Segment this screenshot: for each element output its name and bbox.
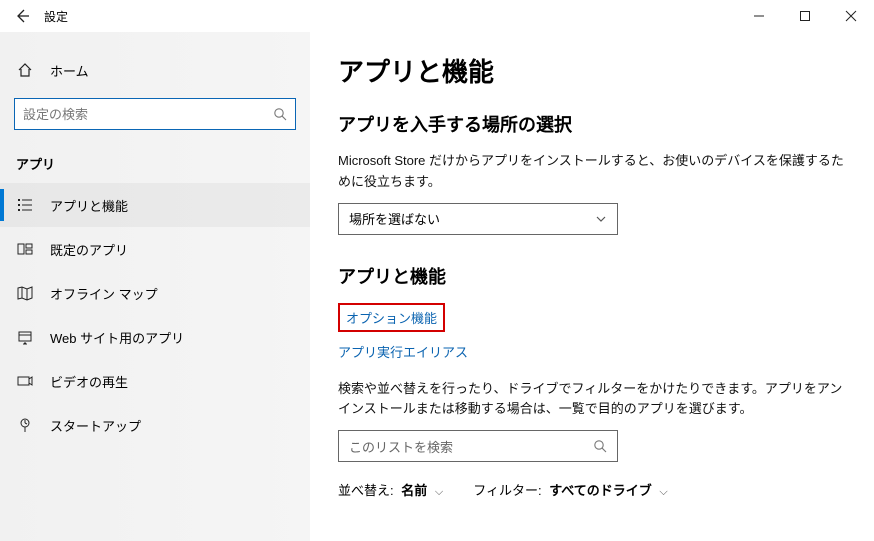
nav-item-label: 既定のアプリ [50,240,128,259]
nav-item-label: アプリと機能 [50,196,128,215]
sidebar: ホーム アプリ アプリと機能 既定のアプリ [0,32,310,541]
section-install-source-desc: Microsoft Store だけからアプリをインストールすると、お使いのデバ… [338,151,854,193]
startup-icon [16,416,34,434]
nav-item-label: スタートアップ [50,416,141,435]
chevron-down-icon: ⌵ [435,486,443,498]
content-area: アプリと機能 アプリを入手する場所の選択 Microsoft Store だけか… [310,32,874,541]
arrow-left-icon [14,8,30,24]
settings-search[interactable] [14,98,296,130]
home-icon [16,61,34,79]
nav-home-label: ホーム [50,61,89,80]
minimize-button[interactable] [736,0,782,32]
minimize-icon [753,10,765,22]
install-source-value: 場所を選ばない [349,209,440,228]
sort-label: 並べ替え: [338,483,394,498]
filter-label: フィルター: [473,483,541,498]
install-source-dropdown[interactable]: 場所を選ばない [338,203,618,235]
web-apps-icon [16,328,34,346]
chevron-down-icon [595,213,607,225]
titlebar: 設定 [0,0,874,32]
sort-by-control[interactable]: 並べ替え: 名前 ⌵ [338,480,443,499]
default-apps-icon [16,240,34,258]
nav-default-apps[interactable]: 既定のアプリ [0,227,310,271]
app-list-search[interactable]: このリストを検索 [338,430,618,462]
sidebar-section-label: アプリ [0,134,310,183]
video-playback-icon [16,372,34,390]
link-app-execution-alias[interactable]: アプリ実行エイリアス [338,342,468,361]
nav-item-label: Web サイト用のアプリ [50,328,184,347]
section-apps-features-desc: 検索や並べ替えを行ったり、ドライブでフィルターをかけたりできます。アプリをアンイ… [338,379,854,421]
section-install-source-title: アプリを入手する場所の選択 [338,111,854,137]
page-heading: アプリと機能 [338,52,854,89]
nav-home[interactable]: ホーム [0,50,310,90]
close-icon [845,10,857,22]
maximize-icon [799,10,811,22]
filter-value: すべてのドライブ [549,483,652,498]
chevron-down-icon: ⌵ [659,486,667,498]
search-icon [593,439,607,453]
nav-offline-maps[interactable]: オフライン マップ [0,271,310,315]
back-button[interactable] [4,0,40,32]
section-apps-features-title: アプリと機能 [338,263,854,289]
filter-by-control[interactable]: フィルター: すべてのドライブ ⌵ [473,480,668,499]
close-button[interactable] [828,0,874,32]
nav-item-label: オフライン マップ [50,284,158,303]
nav-apps-and-features[interactable]: アプリと機能 [0,183,310,227]
maximize-button[interactable] [782,0,828,32]
nav-item-label: ビデオの再生 [50,372,128,391]
sort-value: 名前 [401,483,427,498]
link-optional-features[interactable]: オプション機能 [338,303,445,332]
search-icon [273,107,287,121]
offline-map-icon [16,284,34,302]
app-list-search-placeholder: このリストを検索 [349,437,453,456]
apps-list-icon [16,196,34,214]
nav-web-apps[interactable]: Web サイト用のアプリ [0,315,310,359]
nav-video-playback[interactable]: ビデオの再生 [0,359,310,403]
nav-startup[interactable]: スタートアップ [0,403,310,447]
window-title: 設定 [44,8,68,25]
settings-search-input[interactable] [23,107,273,122]
